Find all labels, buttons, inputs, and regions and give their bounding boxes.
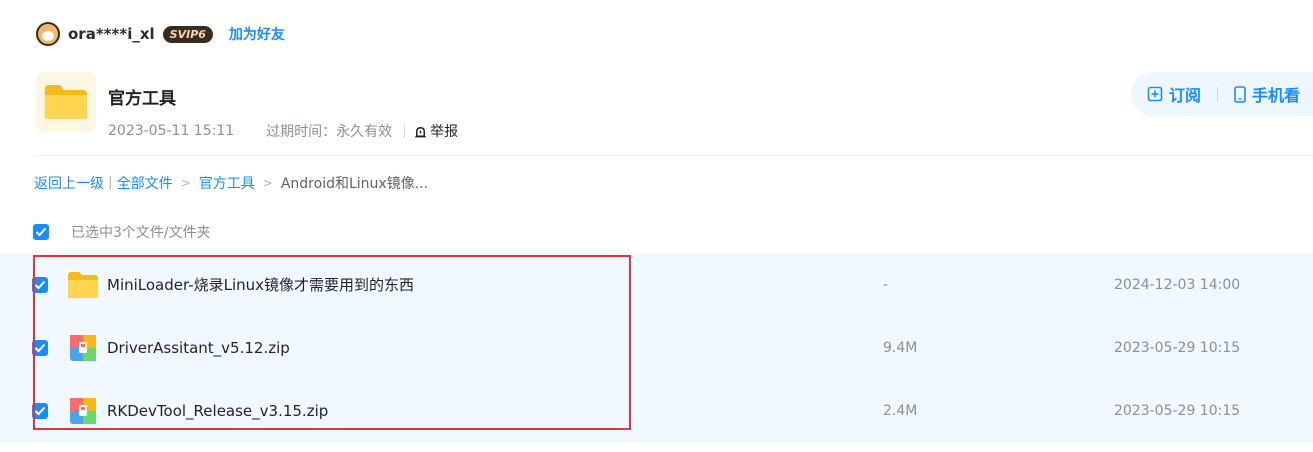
username[interactable]: ora****i_xl: [68, 25, 155, 43]
share-header: 官方工具 2023-05-11 15:11 过期时间：永久有效 举报: [36, 72, 458, 141]
check-icon: [34, 343, 46, 352]
file-time: 2024-12-03 14:00: [1114, 276, 1241, 293]
selection-count: 已选中3个文件/文件夹: [71, 225, 211, 241]
row-checkbox[interactable]: [32, 402, 48, 419]
breadcrumb-chevron-icon: >: [262, 176, 273, 190]
avatar[interactable]: [36, 22, 60, 46]
share-title: 官方工具: [108, 89, 176, 109]
phone-icon: [1234, 85, 1246, 103]
mobile-view-button[interactable]: 手机看: [1234, 82, 1300, 106]
expire-text: 过期时间：永久有效: [266, 124, 393, 140]
add-friend-link[interactable]: 加为好友: [229, 24, 285, 44]
breadcrumb: 返回上一级 | 全部文件 > 官方工具 > Android和Linux镜像...: [34, 173, 428, 193]
zip-archive-icon: [67, 395, 99, 427]
subscribe-button[interactable]: 订阅: [1147, 82, 1201, 106]
pill-divider: [1217, 87, 1219, 101]
divider-line: [34, 155, 1313, 156]
file-row[interactable]: MiniLoader-烧录Linux镜像才需要用到的东西 - 2024-12-0…: [0, 253, 1313, 316]
file-size: 2.4M: [883, 402, 918, 419]
file-time: 2023-05-29 10:15: [1114, 402, 1241, 419]
breadcrumb-all-files[interactable]: 全部文件: [117, 173, 173, 193]
action-pill: 订阅 手机看: [1131, 72, 1313, 116]
select-all-row: 已选中3个文件/文件夹: [33, 222, 211, 242]
file-size: 9.4M: [883, 339, 918, 356]
file-time: 2023-05-29 10:15: [1114, 339, 1241, 356]
breadcrumb-chevron-icon: >: [180, 176, 191, 190]
divider: [404, 124, 406, 138]
share-date: 2023-05-11 15:11: [108, 123, 235, 139]
breadcrumb-back[interactable]: 返回上一级: [34, 173, 104, 193]
file-name[interactable]: MiniLoader-烧录Linux镜像才需要用到的东西: [107, 274, 414, 295]
row-checkbox[interactable]: [32, 339, 48, 356]
check-icon: [34, 406, 46, 415]
report-button[interactable]: 举报: [413, 121, 458, 141]
mobile-view-label: 手机看: [1252, 86, 1301, 105]
file-row[interactable]: RKDevTool_Release_v3.15.zip 2.4M 2023-05…: [0, 379, 1313, 442]
file-size: -: [883, 276, 889, 293]
folder-icon: [36, 72, 96, 132]
check-icon: [34, 280, 46, 289]
file-name[interactable]: DriverAssitant_v5.12.zip: [107, 339, 290, 357]
file-row[interactable]: DriverAssitant_v5.12.zip 9.4M 2023-05-29…: [0, 316, 1313, 379]
file-name[interactable]: RKDevTool_Release_v3.15.zip: [107, 402, 328, 420]
user-row: ora****i_xl SVIP6 加为好友: [36, 22, 285, 46]
check-icon: [35, 227, 47, 237]
subscribe-icon: [1147, 86, 1163, 102]
report-icon: [415, 126, 426, 137]
file-list: MiniLoader-烧录Linux镜像才需要用到的东西 - 2024-12-0…: [0, 253, 1313, 443]
row-checkbox[interactable]: [32, 276, 48, 293]
svip-badge: SVIP6: [162, 25, 213, 43]
report-label: 举报: [430, 124, 459, 140]
select-all-checkbox[interactable]: [33, 224, 49, 240]
subscribe-label: 订阅: [1169, 86, 1202, 105]
breadcrumb-separator: |: [108, 175, 113, 191]
breadcrumb-folder[interactable]: 官方工具: [199, 173, 255, 193]
breadcrumb-current: Android和Linux镜像...: [280, 176, 429, 192]
folder-icon: [67, 269, 99, 301]
zip-archive-icon: [67, 332, 99, 364]
